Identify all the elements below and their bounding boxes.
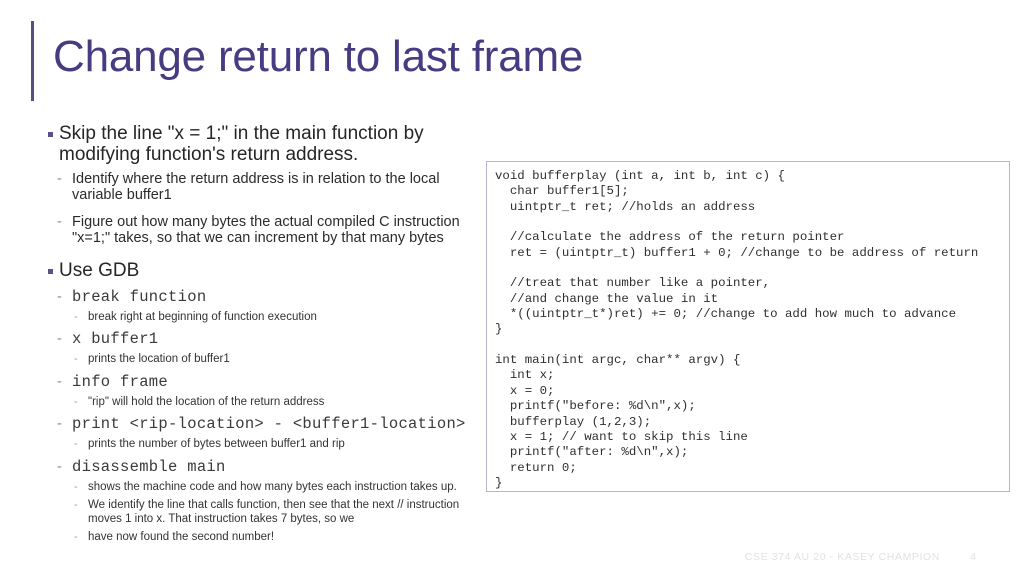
bullet-text: x buffer1	[72, 330, 159, 348]
bullet-level-2: - Figure out how many bytes the actual co…	[48, 214, 480, 246]
bullet-level-3: - shows the machine code and how many byt…	[48, 481, 480, 495]
dash-bullet-icon: -	[74, 480, 78, 493]
dash-bullet-icon: -	[57, 288, 63, 305]
slide-footer: CSE 374 AU 20 - KASEY CHAMPION 4	[0, 551, 1024, 571]
footer-page-number: 4	[970, 551, 976, 563]
bullet-text: info frame	[72, 372, 169, 391]
bullet-level-1: Skip the line "x = 1;" in the main funct…	[48, 123, 480, 165]
bullet-level-2: - print <rip-location> - <buffer1-locatio…	[48, 415, 480, 433]
dash-bullet-icon: -	[57, 458, 63, 475]
bullet-level-2: - info frame	[48, 373, 480, 391]
bullet-text: shows the machine code and how many byte…	[88, 480, 457, 493]
square-bullet-icon	[48, 132, 53, 137]
dash-bullet-icon: -	[74, 531, 78, 543]
dash-bullet-icon: -	[57, 373, 63, 390]
bullet-text: print <rip-location> - <buffer1-location…	[72, 415, 466, 433]
slide-body-content: Skip the line "x = 1;" in the main funct…	[48, 123, 480, 545]
dash-bullet-icon: -	[57, 416, 63, 432]
bullet-text: Figure out how many bytes the actual com…	[72, 214, 460, 246]
bullet-text: Skip the line "x = 1;" in the main funct…	[59, 123, 424, 165]
dash-bullet-icon: -	[57, 171, 62, 187]
dash-bullet-icon: -	[74, 310, 78, 323]
dash-bullet-icon: -	[74, 438, 78, 450]
dash-bullet-icon: -	[74, 353, 78, 365]
bullet-text: prints the number of bytes between buffe…	[88, 438, 345, 450]
bullet-level-2: - Identify where the return address is in…	[48, 171, 480, 203]
bullet-text: prints the location of buffer1	[88, 353, 230, 365]
dash-bullet-icon: -	[74, 499, 78, 511]
bullet-level-3: - have now found the second number!	[48, 531, 480, 545]
footer-course-label: CSE 374 AU 20 - KASEY CHAMPION	[744, 551, 940, 563]
bullet-level-3: - "rip" will hold the location of the ret…	[48, 396, 480, 410]
bullet-text: "rip" will hold the location of the retu…	[88, 395, 325, 408]
bullet-text: Identify where the return address is in …	[72, 171, 440, 203]
code-sample-text: void bufferplay (int a, int b, int c) { …	[495, 169, 979, 490]
dash-bullet-icon: -	[57, 331, 63, 347]
bullet-text: disassemble main	[72, 457, 226, 476]
bullet-text: break right at beginning of function exe…	[88, 310, 317, 323]
bullet-level-2: - break function	[48, 288, 480, 306]
square-bullet-icon	[48, 269, 53, 274]
title-accent-bar	[31, 21, 34, 101]
dash-bullet-icon: -	[57, 214, 62, 230]
bullet-text: break function	[72, 287, 207, 306]
bullet-text: have now found the second number!	[88, 531, 275, 543]
bullet-level-3: - prints the number of bytes between buff…	[48, 438, 480, 452]
code-sample-panel: void bufferplay (int a, int b, int c) { …	[486, 161, 1010, 492]
bullet-level-2: - disassemble main	[48, 458, 480, 476]
bullet-text: Use GDB	[59, 260, 140, 281]
bullet-level-2: -x buffer1	[48, 330, 480, 348]
page-title: Change return to last frame	[53, 32, 584, 81]
dash-bullet-icon: -	[74, 395, 78, 408]
bullet-text: We identify the line that calls function…	[88, 499, 460, 525]
bullet-level-3: - prints the location of buffer1	[48, 353, 480, 367]
bullet-level-3: - break right at beginning of function ex…	[48, 311, 480, 325]
bullet-level-1: Use GDB	[48, 260, 480, 282]
bullet-level-3: - We identify the line that calls functio…	[48, 499, 480, 526]
